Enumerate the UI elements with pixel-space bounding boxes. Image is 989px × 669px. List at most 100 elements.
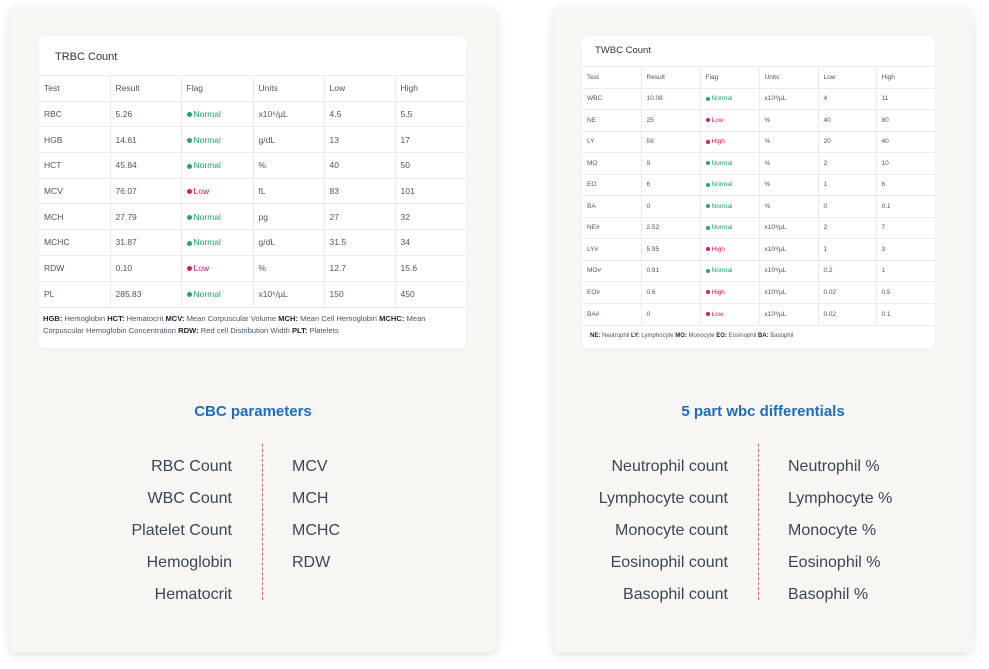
twbc-header-units: Units — [759, 66, 819, 88]
flag-label: Normal — [193, 211, 221, 222]
twbc-card: TWBC Count Test Result Flag Units Low Hi… — [582, 36, 935, 348]
status-dot-icon — [186, 215, 192, 221]
test-cell: PL — [39, 280, 111, 307]
table-row: HGB 14.61 Normal g/dL 13 17 — [39, 126, 466, 153]
low-cell: 0 — [818, 195, 877, 217]
flag-cell: High — [700, 130, 760, 153]
high-cell: 6 — [876, 173, 935, 196]
units-cell: x10³/µL — [759, 281, 819, 303]
test-cell: NE — [582, 109, 642, 131]
twbc-legend: NE: Neutrophil LY: Lymphocyte MO: Monocy… — [582, 324, 935, 341]
legend-abbr: LY: — [631, 332, 640, 339]
cbc-left-list: RBC Count WBC Count Platelet Count Hemoglob… — [12, 451, 232, 611]
units-cell: % — [759, 130, 819, 153]
flag-cell: Normal — [700, 173, 760, 196]
list-item: Lymphocyte count — [598, 490, 728, 507]
list-item: Neutrophil % — [788, 458, 880, 475]
list-item: RDW — [292, 554, 331, 571]
flag-badge: High — [705, 246, 725, 253]
trbc-title: TRBC Count — [55, 51, 118, 63]
result-cell: 0.10 — [110, 254, 182, 281]
flag-label: Low — [711, 116, 724, 124]
trbc-header-row: Test Result Flag Units Low High — [39, 75, 466, 102]
table-row: NE 25 Low% 40 80 — [582, 109, 935, 131]
list-item: Platelet Count — [131, 522, 232, 539]
result-cell: 27.79 — [110, 203, 182, 230]
result-cell: 2.52 — [641, 216, 701, 239]
flag-label: Normal — [193, 289, 221, 300]
legend-abbr: MCHC: — [379, 313, 405, 323]
flag-badge: Low — [186, 186, 209, 196]
wbc-diff-right-list: Neutrophil % Lymphocyte % Monocyte % Eosino… — [788, 451, 958, 611]
list-item: Basophil count — [623, 586, 728, 603]
test-cell: BA — [582, 195, 642, 217]
units-cell: x10⁶/µL — [253, 100, 325, 127]
test-cell: MO# — [582, 259, 642, 282]
flag-badge: Normal — [186, 237, 221, 247]
legend-abbr: MO: — [675, 332, 687, 339]
legend-full: Red cell Distribution Width — [200, 325, 290, 335]
units-cell: % — [759, 173, 819, 196]
flag-label: Low — [193, 263, 210, 274]
low-cell: 4 — [818, 87, 877, 110]
units-cell: % — [253, 152, 325, 179]
flag-badge: Normal — [705, 267, 733, 275]
legend-full: Lymphocyte — [641, 332, 674, 339]
legend-item: HCT: Hematocrit — [107, 314, 163, 323]
legend-item: RDW: Red cell Distribution Width — [178, 326, 290, 335]
list-item: Eosinophil % — [788, 554, 881, 571]
flag-cell: Normal — [181, 100, 254, 127]
legend-full: Eosinophil — [728, 332, 757, 339]
trbc-header-high: High — [395, 75, 466, 102]
flag-badge: Normal — [705, 95, 733, 103]
list-item: Lymphocyte % — [788, 490, 893, 507]
units-cell: % — [759, 152, 819, 174]
flag-badge: Normal — [705, 224, 732, 231]
twbc-table: Test Result Flag Units Low High WBC 10.08… — [582, 66, 935, 325]
legend-abbr: BA: — [757, 332, 769, 339]
list-item: Basophil % — [788, 586, 869, 603]
flag-label: High — [711, 138, 725, 146]
high-cell: 3 — [876, 238, 935, 260]
flag-badge: Low — [186, 263, 210, 274]
status-dot-icon — [186, 189, 192, 195]
flag-label: Normal — [711, 159, 733, 167]
wbc-diff-divider — [758, 444, 759, 600]
result-cell: 45.84 — [110, 152, 182, 179]
flag-cell: Low — [181, 254, 254, 281]
table-row: LY 59 High% 20 40 — [582, 130, 935, 153]
list-item: WBC Count — [147, 490, 232, 507]
flag-badge: Normal — [186, 289, 221, 300]
low-cell: 40 — [818, 109, 877, 131]
flag-label: Normal — [711, 95, 733, 103]
table-row: MO 9 Normal% 2 10 — [582, 152, 935, 174]
legend-item: PLT: Platelets — [292, 326, 339, 335]
flag-label: Normal — [711, 267, 733, 275]
units-cell: x10³/µL — [759, 216, 819, 239]
high-cell: 10 — [876, 152, 935, 174]
flag-badge: Normal — [186, 211, 221, 222]
units-cell: x10³/µL — [759, 302, 819, 325]
test-cell: MCH — [39, 203, 111, 230]
legend-full: Neutrophil — [602, 332, 630, 339]
low-cell: 0.02 — [818, 302, 877, 325]
trbc-header-test: Test — [39, 75, 111, 102]
low-cell: 13 — [324, 126, 396, 153]
table-row: MCHC 31.87 Normal g/dL 31.5 34 — [39, 229, 466, 256]
low-cell: 4.5 — [324, 100, 396, 127]
flag-cell: Normal — [700, 195, 760, 217]
table-row: LY# 5.95 High x10³/µL 1 3 — [582, 238, 935, 260]
legend-item: HGB: Hemoglobin — [43, 314, 105, 323]
wbc-diff-section-title: 5 part wbc differentials — [681, 403, 845, 420]
high-cell: 101 — [395, 177, 466, 204]
trbc-header-result: Result — [110, 75, 182, 102]
low-cell: 31.5 — [324, 229, 396, 256]
legend-abbr: MCV: — [165, 313, 185, 323]
result-cell: 0 — [641, 195, 701, 217]
test-cell: RDW — [39, 254, 111, 281]
result-cell: 31.87 — [110, 229, 182, 256]
legend-abbr: MCH: — [278, 313, 298, 323]
legend-item: MCV: Mean Corpuscular Volume — [165, 314, 276, 323]
wbc-panel: TWBC Count Test Result Flag Units Low Hi… — [553, 8, 973, 652]
high-cell: 15.6 — [395, 254, 466, 281]
